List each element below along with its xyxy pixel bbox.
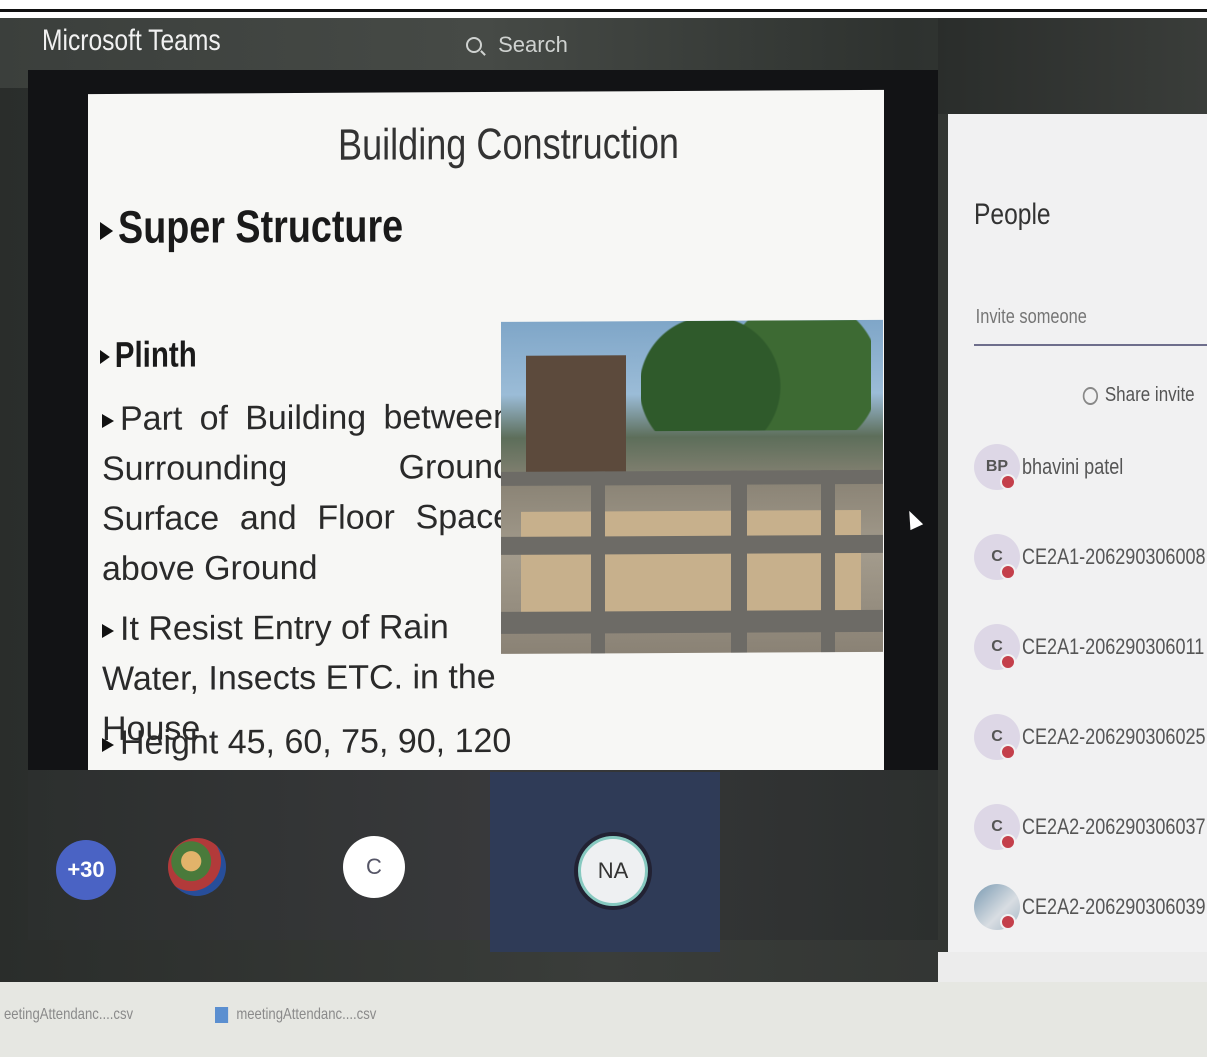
photo-trees <box>641 319 871 432</box>
panel-bottom <box>938 952 1207 982</box>
slide-subheading: Plinth <box>100 334 197 377</box>
participants-strip <box>28 770 938 940</box>
bullet-arrow-icon <box>102 623 114 639</box>
participant-row[interactable]: C CE2A2-206290306025 <box>974 714 1206 770</box>
download-bar: eetingAttendanc....csv meetingAttendanc.… <box>0 982 1207 1057</box>
participant-avatar[interactable]: C <box>343 836 405 898</box>
status-badge <box>1000 744 1016 760</box>
slide-heading: Super Structure <box>100 198 403 254</box>
plinth-construction-photo <box>501 319 883 654</box>
participant-name: bhavini patel <box>1022 454 1124 479</box>
status-badge <box>1000 564 1016 580</box>
app-title: Microsoft Teams <box>42 24 221 57</box>
participant-name: CE2A2-206290306025 <box>1022 724 1206 749</box>
slide-bullet: Part of Building between Surrounding Gro… <box>102 397 512 589</box>
share-invite-button[interactable]: Share invite <box>1083 384 1195 407</box>
presentation-slide: Building Construction Super Structure Pl… <box>88 89 884 812</box>
bullet-arrow-icon <box>100 350 110 365</box>
people-panel: People Share invite BP bhavini patel C C… <box>948 114 1207 952</box>
share-icon <box>1083 386 1099 405</box>
bullet-arrow-icon <box>100 221 114 240</box>
panel-top-shade <box>938 18 1207 114</box>
status-badge <box>1000 834 1016 850</box>
top-border <box>0 0 1207 18</box>
file-icon <box>215 1006 229 1023</box>
photo-shed <box>526 355 626 476</box>
search-placeholder: Search <box>498 32 568 57</box>
more-participants-button[interactable]: +30 <box>56 840 116 900</box>
download-item[interactable]: meetingAttendanc....csv <box>215 1006 376 1024</box>
slide-title: Building Construction <box>338 118 679 170</box>
participant-row[interactable]: BP bhavini patel <box>974 444 1204 500</box>
participant-row[interactable]: C CE2A1-206290306011 <box>974 624 1204 680</box>
participant-avatar[interactable]: NA <box>578 836 648 906</box>
participant-name: CE2A2-206290306039 <box>1022 894 1206 919</box>
participant-row[interactable]: CE2A2-206290306039 <box>974 884 1206 940</box>
invite-someone-field[interactable] <box>974 296 1207 346</box>
participant-row[interactable]: C CE2A1-206290306008 <box>974 534 1206 590</box>
participant-name: CE2A1-206290306011 <box>1022 634 1205 659</box>
search-box[interactable]: Search <box>466 32 568 58</box>
participant-row[interactable]: C CE2A2-206290306037 <box>974 804 1206 860</box>
participant-name: CE2A1-206290306008 <box>1022 544 1206 569</box>
participant-name: CE2A2-206290306037 <box>1022 814 1206 839</box>
download-item[interactable]: eetingAttendanc....csv <box>4 1006 133 1024</box>
status-badge <box>1000 474 1016 490</box>
bullet-arrow-icon <box>102 737 114 753</box>
search-icon <box>466 37 482 53</box>
participant-avatar[interactable] <box>168 838 226 896</box>
status-badge <box>1000 654 1016 670</box>
invite-input[interactable] <box>974 296 1169 330</box>
bullet-arrow-icon <box>102 413 114 429</box>
status-badge <box>1000 914 1016 930</box>
people-panel-title: People <box>974 198 1051 231</box>
